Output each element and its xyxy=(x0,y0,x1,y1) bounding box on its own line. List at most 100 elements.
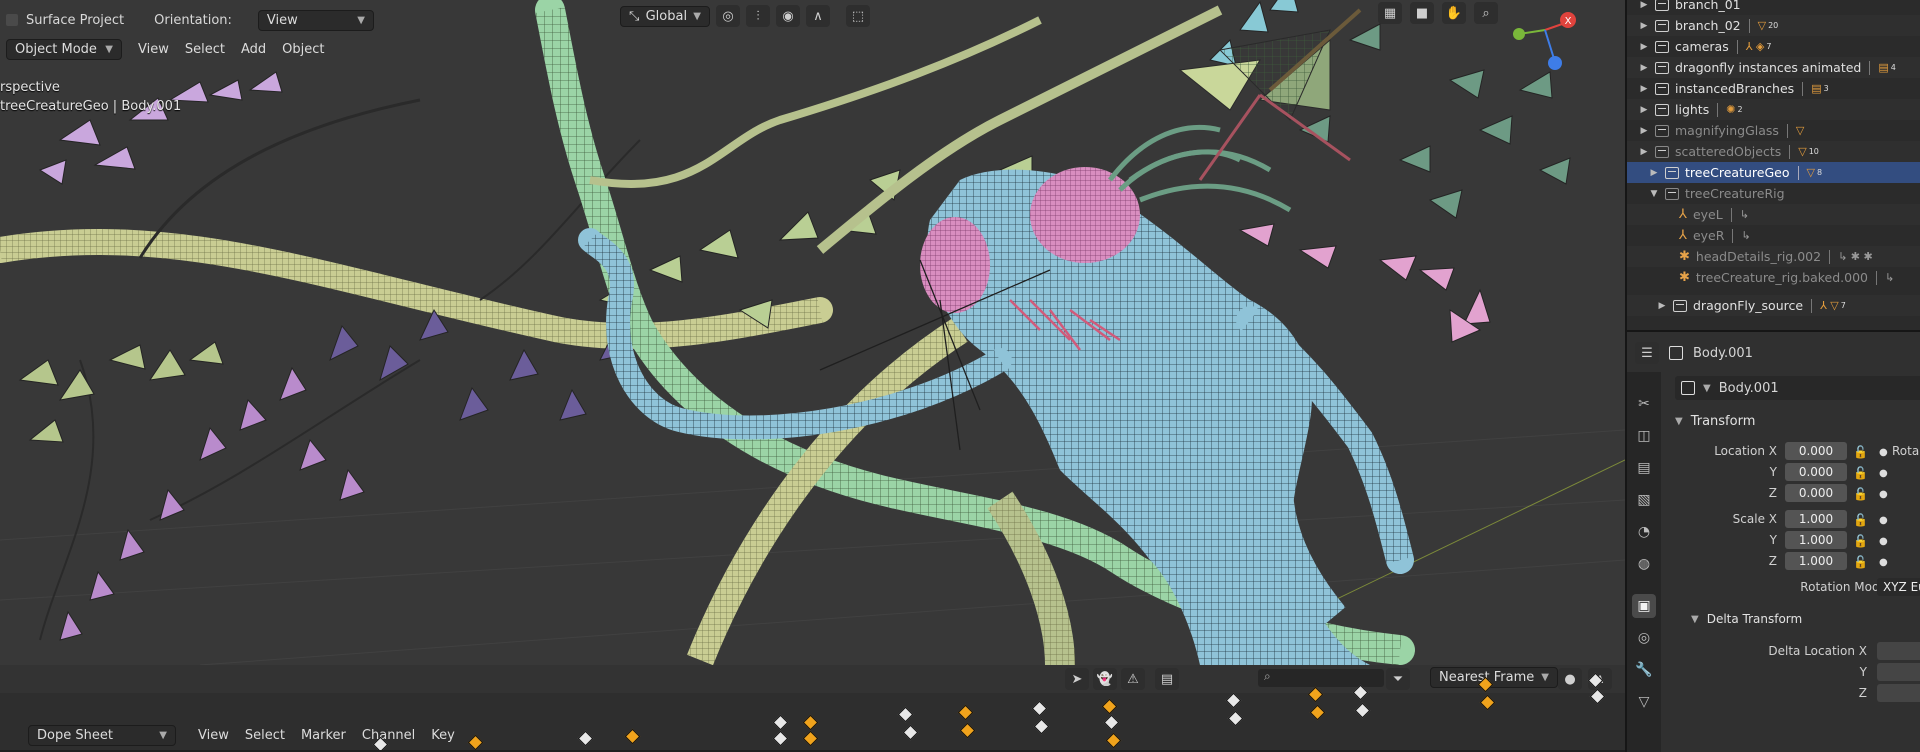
scale-z-field[interactable]: 1.000 xyxy=(1785,552,1847,570)
physics-tab-icon[interactable]: ◎ xyxy=(1632,626,1656,650)
menu-select[interactable]: Select xyxy=(237,728,293,743)
object-tab-icon[interactable]: ▣ xyxy=(1632,594,1656,618)
output-tab-icon[interactable]: ▤ xyxy=(1632,456,1656,480)
keyframe-dot-icon[interactable]: ● xyxy=(1879,484,1888,505)
menu-channel[interactable]: Channel xyxy=(354,728,423,743)
lock-icon[interactable]: 🔓 xyxy=(1853,510,1868,531)
keyframe[interactable] xyxy=(1354,702,1371,719)
transform-orientation-dropdown[interactable]: ⤡ Global ▼ xyxy=(620,5,710,27)
keyframe[interactable] xyxy=(1105,732,1122,749)
expand-arrow-icon[interactable]: ▶ xyxy=(1637,126,1651,136)
keyframe[interactable] xyxy=(1479,694,1496,711)
expand-arrow-icon[interactable]: ▶ xyxy=(1637,63,1651,73)
snap-icon[interactable]: ⫶ xyxy=(746,5,770,27)
keyframe[interactable] xyxy=(624,728,641,745)
location-y-field[interactable]: 0.000 xyxy=(1785,463,1847,481)
overlay-icon[interactable]: ⬚ xyxy=(846,5,870,27)
camera-icon[interactable]: ■ xyxy=(1410,2,1434,24)
outliner-row-tree-creature-rig-baked[interactable]: ✱ treeCreature_rig.baked.000 ↳ xyxy=(1627,267,1920,288)
collection-filter-icon[interactable]: ▤ xyxy=(1155,668,1179,690)
navigation-gizmo[interactable]: X xyxy=(1513,12,1576,70)
location-x-field[interactable]: 0.000 xyxy=(1785,442,1847,460)
zoom-icon[interactable]: ⌕ xyxy=(1474,2,1498,24)
orientation-dropdown[interactable]: View ▼ xyxy=(257,9,374,31)
keyframe[interactable] xyxy=(467,734,484,750)
expand-arrow-icon[interactable]: ▶ xyxy=(1637,21,1651,31)
expand-arrow-icon[interactable]: ▶ xyxy=(1647,168,1661,178)
keyframe-dot-icon[interactable]: ● xyxy=(1879,510,1888,531)
keyframe[interactable] xyxy=(1225,692,1242,709)
editor-mode-dropdown[interactable]: Dope Sheet ▼ xyxy=(28,724,176,746)
keyframe[interactable] xyxy=(1227,710,1244,727)
keyframe[interactable] xyxy=(959,722,976,739)
scale-y-field[interactable]: 1.000 xyxy=(1785,531,1847,549)
menu-select[interactable]: Select xyxy=(177,42,233,57)
proportional-icon[interactable]: ● xyxy=(1558,668,1582,690)
properties-editor[interactable]: ☰ Body.001 ✂ ◫ ▤ ▧ ◔ ◍ ▣ ◎ 🔧 ▽ ▼ Body.00… xyxy=(1625,330,1920,752)
outliner-row-cameras[interactable]: ▶ cameras ⅄ ◈ 7 xyxy=(1627,36,1920,57)
keyframe[interactable] xyxy=(1101,698,1118,715)
outliner-row-eye-r[interactable]: ⅄ eyeR ↳ xyxy=(1627,225,1920,246)
expand-arrow-icon[interactable]: ▶ xyxy=(1637,42,1651,52)
scene-tab-icon[interactable]: ◔ xyxy=(1632,520,1656,544)
select-arrow-icon[interactable]: ➤ xyxy=(1065,668,1089,690)
delta-location-x-field[interactable] xyxy=(1877,642,1920,660)
expand-arrow-icon[interactable]: ▶ xyxy=(1637,0,1651,10)
outliner-row-eye-l[interactable]: ⅄ eyeL ↳ xyxy=(1627,204,1920,225)
dope-sheet[interactable]: ➤ 👻 ⚠ ▤ ⌕ ⏷ Nearest Frame ▼ ● ∧ Dope She… xyxy=(0,665,1625,750)
menu-object[interactable]: Object xyxy=(274,42,332,57)
lock-icon[interactable]: 🔓 xyxy=(1853,442,1868,463)
delta-location-z-field[interactable] xyxy=(1877,684,1920,702)
modifier-tab-icon[interactable]: 🔧 xyxy=(1632,658,1656,682)
keyframe-dot-icon[interactable]: ● xyxy=(1879,442,1888,463)
location-z-field[interactable]: 0.000 xyxy=(1785,484,1847,502)
outliner-row-magnifying-glass[interactable]: ▶ magnifyingGlass ▽ xyxy=(1627,120,1920,141)
snap-mode-dropdown[interactable]: Nearest Frame ▼ xyxy=(1430,667,1558,688)
keyframe-dot-icon[interactable]: ● xyxy=(1879,463,1888,484)
lock-icon[interactable]: 🔓 xyxy=(1853,463,1868,484)
grid-icon[interactable]: ▦ xyxy=(1378,2,1402,24)
keyframe[interactable] xyxy=(802,714,819,731)
outliner-row-instanced-branches[interactable]: ▶ instancedBranches ▤ 3 xyxy=(1627,78,1920,99)
outliner[interactable]: ▶ branch_01 ▶ branch_02 ▽ 20 ▶ cameras ⅄ … xyxy=(1625,0,1920,330)
editor-type-icon[interactable]: ☰ xyxy=(1635,342,1659,364)
outliner-row-dragonfly-instances[interactable]: ▶ dragonfly instances animated ▤ 4 xyxy=(1627,57,1920,78)
world-tab-icon[interactable]: ◍ xyxy=(1632,552,1656,576)
transform-panel-header[interactable]: ▼ Transform xyxy=(1675,414,1755,429)
pivot-icon[interactable]: ◎ xyxy=(716,5,740,27)
mode-dropdown[interactable]: Object Mode ▼ xyxy=(6,38,122,60)
filter-icon[interactable]: ⏷ xyxy=(1386,668,1410,690)
keyframe[interactable] xyxy=(897,706,914,723)
lock-icon[interactable]: 🔓 xyxy=(1853,484,1868,505)
data-tab-icon[interactable]: ▽ xyxy=(1632,690,1656,714)
menu-view[interactable]: View xyxy=(190,728,237,743)
keyframe-dot-icon[interactable]: ● xyxy=(1879,552,1888,573)
render-tab-icon[interactable]: ◫ xyxy=(1632,424,1656,448)
keyframe[interactable] xyxy=(772,714,789,731)
outliner-row-branch-01[interactable]: ▶ branch_01 xyxy=(1627,0,1920,15)
keyframe[interactable] xyxy=(802,730,819,747)
expand-arrow-icon[interactable]: ▶ xyxy=(1637,105,1651,115)
keyframe[interactable] xyxy=(1033,718,1050,735)
expand-arrow-icon[interactable]: ▶ xyxy=(1637,147,1651,157)
collapse-arrow-icon[interactable]: ▼ xyxy=(1647,189,1661,199)
keyframe-dot-icon[interactable]: ● xyxy=(1879,531,1888,552)
hand-icon[interactable]: ✋ xyxy=(1442,2,1466,24)
lock-icon[interactable]: 🔓 xyxy=(1853,552,1868,573)
delta-location-y-field[interactable] xyxy=(1877,663,1920,681)
menu-view[interactable]: View xyxy=(130,42,177,57)
keyframe[interactable] xyxy=(1031,700,1048,717)
warning-icon[interactable]: ⚠ xyxy=(1121,668,1145,690)
tool-tab-icon[interactable]: ✂ xyxy=(1632,392,1656,416)
search-input[interactable]: ⌕ xyxy=(1258,669,1384,687)
outliner-row-dragonfly-source[interactable]: ▶ dragonFly_source ⅄ ▽ 7 xyxy=(1627,295,1920,316)
object-name-field[interactable]: ▼ Body.001 xyxy=(1675,376,1920,400)
3d-viewport[interactable]: X Surface Project Orientation: View ▼ Ob… xyxy=(0,0,1625,665)
outliner-row-tree-creature-rig[interactable]: ▼ treeCreatureRig xyxy=(1627,183,1920,204)
view-layer-tab-icon[interactable]: ▧ xyxy=(1632,488,1656,512)
outliner-row-lights[interactable]: ▶ lights ✺ 2 xyxy=(1627,99,1920,120)
outliner-row-head-details-rig[interactable]: ✱ headDetails_rig.002 ↳ ✱ ✱ xyxy=(1627,246,1920,267)
menu-key[interactable]: Key xyxy=(423,728,463,743)
menu-marker[interactable]: Marker xyxy=(293,728,354,743)
keyframe[interactable] xyxy=(772,730,789,747)
